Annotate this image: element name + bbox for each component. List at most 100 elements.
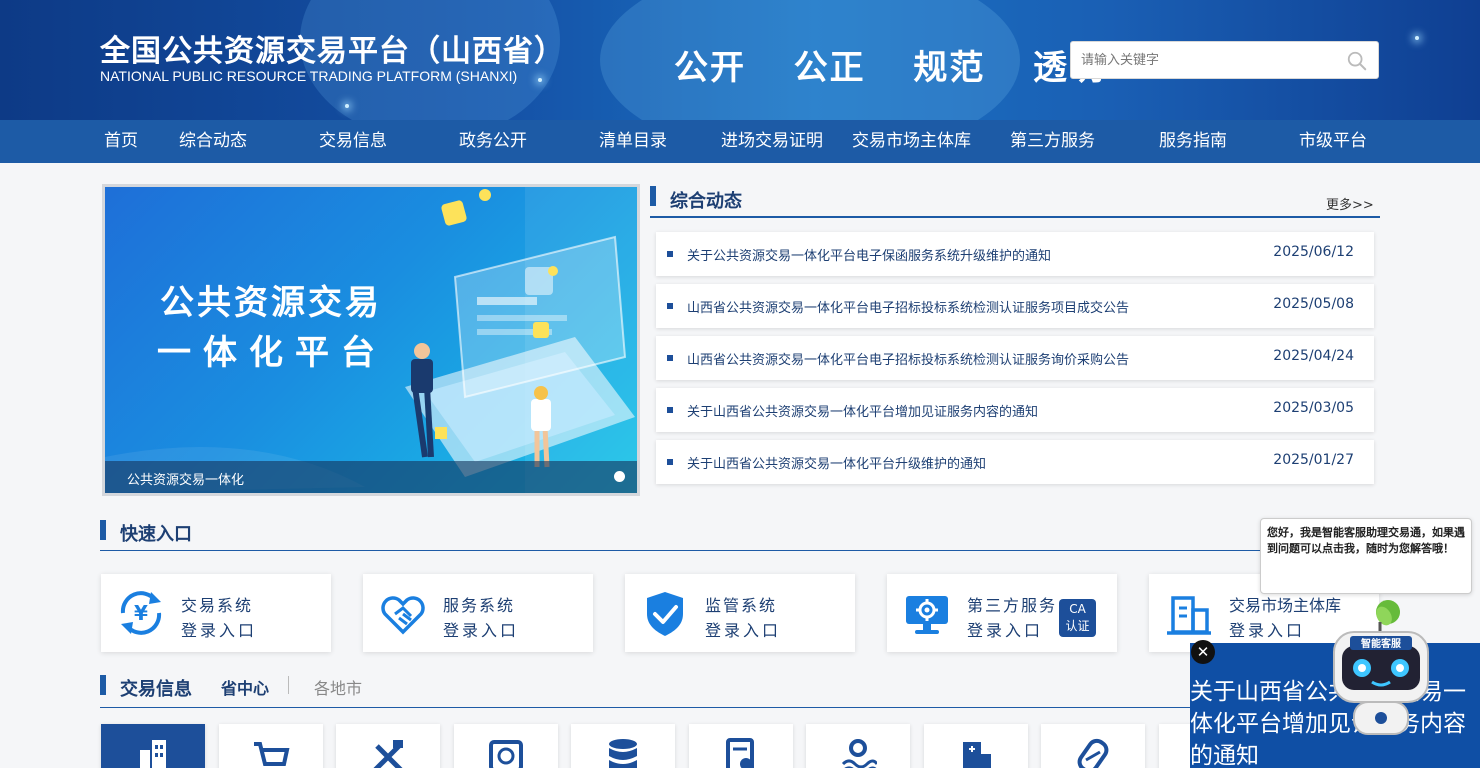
- slogan: 公开 公正 规范 透明: [674, 40, 1105, 89]
- main-nav: 首页 综合动态 交易信息 政务公开 清单目录 进场交易证明 交易市场主体库 第三…: [0, 120, 1480, 163]
- supervision-system-entry[interactable]: 监管系统 登录入口: [625, 574, 855, 652]
- carousel-dot[interactable]: [614, 471, 625, 482]
- yuan-refresh-icon: ¥: [120, 591, 162, 635]
- trade-category-engineering[interactable]: [336, 724, 440, 768]
- bullet-icon: [667, 355, 673, 361]
- tools-icon: [373, 740, 403, 768]
- news-item[interactable]: 山西省公共资源交易一体化平台电子招标投标系统检测认证服务询价采购公告 2025/…: [656, 336, 1374, 380]
- news-more-link[interactable]: 更多>>: [1326, 194, 1374, 213]
- trade-info-title-marker: [100, 675, 106, 695]
- news-item-date: 2025/05/08: [1273, 296, 1354, 312]
- ca-certification-badge[interactable]: CA 认证: [1059, 599, 1096, 637]
- search-box: [1070, 41, 1379, 79]
- robot-label: 智能客服: [1361, 637, 1402, 650]
- handshake-icon: [381, 596, 425, 635]
- trade-category-document[interactable]: [689, 724, 793, 768]
- nav-item-gov-affairs[interactable]: 政务公开: [459, 120, 527, 163]
- nav-item-catalog[interactable]: 清单目录: [599, 120, 667, 163]
- banner-headline-1: 公共资源交易: [160, 283, 382, 323]
- quick-entry-title-marker: [100, 520, 106, 540]
- mining-icon: [841, 739, 877, 768]
- nav-item-third-party[interactable]: 第三方服务: [1010, 120, 1095, 163]
- news-item-date: 2025/03/05: [1273, 400, 1354, 416]
- news-item-title: 山西省公共资源交易一体化平台电子招标投标系统检测认证服务询价采购公告: [687, 353, 1130, 368]
- news-item-title: 关于公共资源交易一体化平台电子保函服务系统升级维护的通知: [687, 249, 1052, 264]
- nav-item-city-platform[interactable]: 市级平台: [1299, 120, 1367, 163]
- building-icon: [1167, 596, 1211, 635]
- third-party-service-entry[interactable]: 第三方服务 登录入口 CA 认证: [887, 574, 1117, 652]
- entry-line2: 登录入口: [967, 621, 1044, 640]
- trade-info-divider: [100, 707, 1380, 708]
- ca-badge-line1: CA: [1069, 602, 1086, 616]
- buildings-icon: [140, 740, 166, 768]
- nav-item-trade-info[interactable]: 交易信息: [319, 120, 387, 163]
- header-spark: [1415, 36, 1419, 40]
- nav-item-service-guide[interactable]: 服务指南: [1159, 120, 1227, 163]
- medicine-icon: [1077, 738, 1109, 768]
- bullet-icon: [667, 407, 673, 413]
- land-icon: [489, 740, 523, 768]
- banner-headline-2: 一体化平台: [157, 333, 387, 373]
- news-item[interactable]: 关于山西省公共资源交易一体化平台增加见证服务内容的通知 2025/03/05: [656, 388, 1374, 432]
- news-title-marker: [650, 186, 656, 206]
- tab-provincial-center[interactable]: 省中心: [221, 675, 269, 699]
- header-spark: [345, 104, 349, 108]
- news-divider: [650, 216, 1380, 218]
- news-item-title: 山西省公共资源交易一体化平台电子招标投标系统检测认证服务项目成交公告: [687, 301, 1130, 316]
- trade-category-medicine[interactable]: [1041, 724, 1145, 768]
- news-item-date: 2025/06/12: [1273, 244, 1354, 260]
- news-item[interactable]: 关于公共资源交易一体化平台电子保函服务系统升级维护的通知 2025/06/12: [656, 232, 1374, 276]
- svg-text:¥: ¥: [134, 601, 148, 625]
- search-input[interactable]: [1071, 42, 1331, 78]
- search-icon[interactable]: [1346, 50, 1368, 72]
- trade-category-property[interactable]: [571, 724, 675, 768]
- document-icon: [726, 738, 754, 768]
- service-system-entry[interactable]: 服务系统 登录入口: [363, 574, 593, 652]
- bullet-icon: [667, 303, 673, 309]
- shield-check-icon: [647, 592, 683, 636]
- bullet-icon: [667, 251, 673, 257]
- news-item-date: 2025/04/24: [1273, 348, 1354, 364]
- close-icon[interactable]: ✕: [1191, 640, 1215, 664]
- cart-icon: [254, 742, 290, 766]
- news-item[interactable]: 山西省公共资源交易一体化平台电子招标投标系统检测认证服务项目成交公告 2025/…: [656, 284, 1374, 328]
- chat-bubble[interactable]: 您好，我是智能客服助理交易通，如果遇到问题可以点击我，随时为您解答哦！: [1260, 518, 1472, 594]
- monitor-gear-icon: [906, 596, 948, 634]
- news-section-title: 综合动态: [670, 191, 742, 212]
- tab-separator: [288, 676, 289, 694]
- robot-assistant-icon[interactable]: 智能客服: [1328, 598, 1434, 744]
- news-item[interactable]: 关于山西省公共资源交易一体化平台升级维护的通知 2025/01/27: [656, 440, 1374, 484]
- ca-badge-line2: 认证: [1065, 619, 1090, 633]
- banner-caption-bar: 公共资源交易一体化: [105, 461, 637, 493]
- trade-system-entry[interactable]: ¥ 交易系统 登录入口: [101, 574, 331, 652]
- tab-cities[interactable]: 各地市: [314, 675, 362, 699]
- trade-category-construction[interactable]: [101, 724, 205, 768]
- trade-category-medical[interactable]: [924, 724, 1028, 768]
- bullet-icon: [667, 459, 673, 465]
- banner-carousel[interactable]: 公共资源交易 一体化平台 公共资源交易一体化: [102, 184, 640, 496]
- trade-category-mining[interactable]: [806, 724, 910, 768]
- trade-info-title: 交易信息: [120, 679, 192, 700]
- entry-line2: 登录入口: [705, 621, 782, 640]
- nav-item-trade-proof[interactable]: 进场交易证明: [721, 120, 823, 163]
- trade-category-procurement[interactable]: [219, 724, 323, 768]
- trade-category-land[interactable]: [454, 724, 558, 768]
- hospital-icon: [963, 742, 991, 768]
- nav-item-home[interactable]: 首页: [104, 120, 138, 163]
- entry-line1: 第三方服务: [967, 596, 1058, 615]
- entry-line1: 交易市场主体库: [1229, 596, 1342, 615]
- site-subtitle: NATIONAL PUBLIC RESOURCE TRADING PLATFOR…: [100, 68, 518, 84]
- quick-entry-title: 快速入口: [120, 524, 192, 545]
- quick-entry-divider: [100, 550, 1380, 551]
- banner-caption: 公共资源交易一体化: [127, 473, 245, 488]
- entry-line1: 监管系统: [705, 596, 778, 615]
- entry-line2: 登录入口: [181, 621, 258, 640]
- news-item-title: 关于山西省公共资源交易一体化平台增加见证服务内容的通知: [687, 405, 1039, 420]
- entry-line1: 交易系统: [181, 596, 254, 615]
- nav-item-news[interactable]: 综合动态: [179, 120, 247, 163]
- site-header: 全国公共资源交易平台（山西省） NATIONAL PUBLIC RESOURCE…: [0, 0, 1480, 120]
- site-title: 全国公共资源交易平台（山西省）: [100, 34, 565, 69]
- entry-line2: 登录入口: [1229, 621, 1306, 640]
- slogan-text: 公开 公正 规范 透明: [674, 48, 1106, 88]
- nav-item-market-entity[interactable]: 交易市场主体库: [852, 120, 971, 163]
